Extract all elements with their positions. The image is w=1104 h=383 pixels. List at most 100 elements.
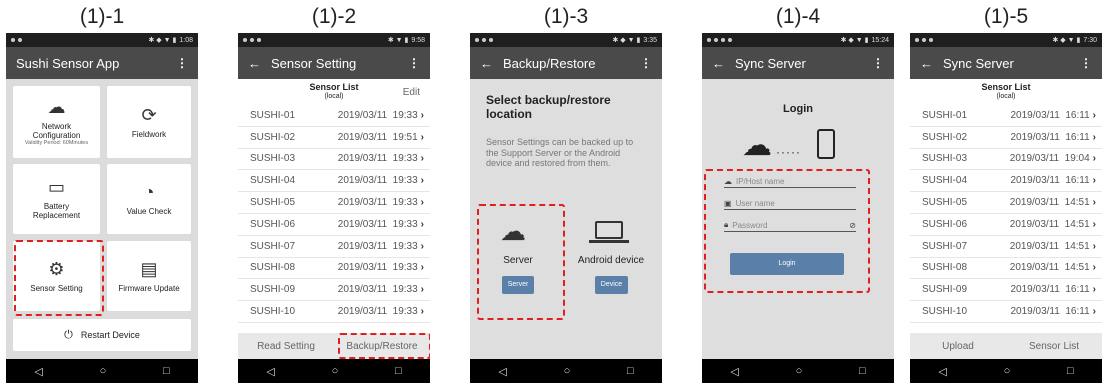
recent-apps-icon[interactable]: □: [1067, 365, 1074, 377]
back-nav-icon[interactable]: ◁: [938, 365, 946, 378]
home-nav-icon[interactable]: ○: [100, 365, 107, 377]
list-item[interactable]: SUSHI-07 2019/03/11 14:51 ›: [910, 236, 1102, 258]
recent-apps-icon[interactable]: □: [627, 365, 634, 377]
login-title: Login: [783, 103, 813, 115]
back-arrow-icon[interactable]: ←: [480, 56, 493, 71]
sensor-date: 2019/03/11 19:33: [337, 284, 418, 296]
overflow-menu-icon[interactable]: ⋮: [640, 56, 652, 70]
chevron-right-icon: ›: [420, 218, 424, 230]
read-setting-button[interactable]: Read Setting: [238, 341, 334, 352]
device-button[interactable]: Device: [595, 276, 628, 294]
back-nav-icon[interactable]: ◁: [730, 365, 738, 378]
recent-apps-icon[interactable]: □: [859, 365, 866, 377]
phone-icon: [817, 129, 835, 159]
laptop-base: [589, 240, 629, 243]
firmware-update-tile[interactable]: ▤ Firmware Update: [107, 241, 191, 311]
list-item[interactable]: SUSHI-08 2019/03/11 14:51 ›: [910, 258, 1102, 280]
chevron-right-icon: ›: [1092, 109, 1096, 121]
cloud-network-icon: ☁: [47, 97, 66, 117]
list-item[interactable]: SUSHI-06 2019/03/11 14:51 ›: [910, 214, 1102, 236]
panel-3: (1)-3 ✱ ◆ ▼ ▮ 3:35 ← Backup/Restore ⋮ Sel…: [470, 0, 662, 383]
list-item[interactable]: SUSHI-10 2019/03/11 16:11 ›: [910, 301, 1102, 323]
sensor-date: 2019/03/11 16:11: [1010, 175, 1090, 187]
list-subtitle: (local): [324, 93, 344, 100]
back-nav-icon[interactable]: ◁: [34, 365, 42, 378]
back-arrow-icon[interactable]: ←: [248, 56, 261, 71]
home-nav-icon[interactable]: ○: [332, 365, 339, 377]
app-bar: ← Backup/Restore ⋮: [470, 47, 662, 79]
tile-label: Replacement: [32, 211, 81, 220]
phone-screen: ✱ ◆ ▼ ▮ 3:35 ← Backup/Restore ⋮ Select ba…: [470, 33, 662, 383]
cloud-icon: ☁: [742, 129, 772, 162]
list-item[interactable]: SUSHI-05 2019/03/11 14:51 ›: [910, 192, 1102, 214]
back-nav-icon[interactable]: ◁: [266, 365, 274, 378]
status-bar: ✱ ◆ ▼ ▮ 1:08: [6, 33, 198, 47]
sensor-list: SUSHI-01 2019/03/11 16:11 › SUSHI-02 2019/03…: [910, 105, 1102, 323]
list-item[interactable]: SUSHI-06 2019/03/11 19:33 ›: [238, 214, 430, 236]
status-time: 15:24: [871, 36, 889, 44]
fieldwork-tile[interactable]: ⟳ Fieldwork: [107, 86, 191, 158]
list-item[interactable]: SUSHI-07 2019/03/11 19:33 ›: [238, 236, 430, 258]
recent-apps-icon[interactable]: □: [163, 365, 170, 377]
sensor-name: SUSHI-03: [922, 153, 968, 165]
list-item[interactable]: SUSHI-02 2019/03/11 16:11 ›: [910, 127, 1102, 149]
app-bar: Sushi Sensor App ⋮: [6, 47, 198, 79]
nav-bar: ◁ ○ □: [238, 359, 430, 383]
list-item[interactable]: SUSHI-04 2019/03/11 16:11 ›: [910, 170, 1102, 193]
list-item[interactable]: SUSHI-08 2019/03/11 19:33 ›: [238, 258, 430, 280]
list-item[interactable]: SUSHI-10 2019/03/11 19:33 ›: [238, 301, 430, 323]
connection-dots: ·····: [776, 145, 801, 159]
list-item[interactable]: SUSHI-09 2019/03/11 19:33 ›: [238, 279, 430, 302]
list-header: Sensor List (local) Edit: [238, 79, 430, 105]
panel-label: (1)-4: [775, 5, 821, 28]
sensor-date: 2019/03/11 19:33: [337, 197, 418, 209]
sensor-date: 2019/03/11 19:33: [337, 175, 418, 187]
back-arrow-icon[interactable]: ←: [920, 56, 933, 71]
chevron-right-icon: ›: [1092, 175, 1096, 187]
overflow-menu-icon[interactable]: ⋮: [408, 56, 420, 70]
description-text: Sensor Settings can be backed up to the …: [486, 137, 634, 168]
chevron-right-icon: ›: [420, 153, 424, 165]
network-configuration-tile[interactable]: ☁ Network Configuration Validity Period:…: [13, 86, 100, 158]
status-time: 9:58: [411, 36, 425, 44]
sensor-list-button[interactable]: Sensor List: [1006, 341, 1102, 352]
edit-button[interactable]: Edit: [403, 87, 420, 98]
list-item[interactable]: SUSHI-02 2019/03/11 19:51 ›: [238, 127, 430, 149]
phone-screen: ✱ ◆ ▼ ▮ 7:30 ← Sync Server ⋮ Sensor List(…: [910, 33, 1102, 383]
list-item[interactable]: SUSHI-03 2019/03/11 19:04 ›: [910, 149, 1102, 171]
back-nav-icon[interactable]: ◁: [498, 365, 506, 378]
recent-apps-icon[interactable]: □: [395, 365, 402, 377]
list-item[interactable]: SUSHI-04 2019/03/11 19:33 ›: [238, 170, 430, 193]
list-item[interactable]: SUSHI-05 2019/03/11 19:33 ›: [238, 192, 430, 214]
sensor-date: 2019/03/11 19:04: [1009, 153, 1090, 165]
sensor-date: 2019/03/11 16:11: [1010, 109, 1090, 121]
chevron-right-icon: ›: [420, 306, 424, 318]
value-check-tile[interactable]: ◔ Value Check: [107, 164, 191, 234]
file-settings-icon: ▤: [140, 258, 158, 279]
upload-button[interactable]: Upload: [910, 341, 1006, 352]
sync-icon: ⟳: [141, 104, 157, 125]
sensor-date: 2019/03/11 14:51: [1009, 262, 1090, 274]
home-nav-icon[interactable]: ○: [564, 365, 571, 377]
overflow-menu-icon[interactable]: ⋮: [176, 56, 188, 70]
panel-label: (1)-5: [983, 5, 1029, 28]
restart-device-button[interactable]: ⏻ Restart Device: [13, 319, 191, 351]
home-nav-icon[interactable]: ○: [1004, 365, 1011, 377]
sensor-name: SUSHI-09: [922, 284, 968, 296]
list-item[interactable]: SUSHI-03 2019/03/11 19:33 ›: [238, 149, 430, 171]
chevron-right-icon: ›: [420, 284, 424, 296]
sensor-date: 2019/03/11 16:11: [1010, 284, 1090, 296]
battery-replacement-tile[interactable]: ▭ Battery Replacement: [13, 164, 100, 234]
home-nav-icon[interactable]: ○: [796, 365, 803, 377]
back-arrow-icon[interactable]: ←: [712, 56, 725, 71]
list-item[interactable]: SUSHI-01 2019/03/11 16:11 ›: [910, 105, 1102, 127]
list-item[interactable]: SUSHI-09 2019/03/11 16:11 ›: [910, 279, 1102, 302]
overflow-menu-icon[interactable]: ⋮: [1080, 56, 1092, 70]
chevron-right-icon: ›: [1092, 197, 1096, 209]
overflow-menu-icon[interactable]: ⋮: [872, 56, 884, 70]
list-item[interactable]: SUSHI-01 2019/03/11 19:33 ›: [238, 105, 430, 127]
sensor-list: SUSHI-01 2019/03/11 19:33 › SUSHI-02 2019/03…: [238, 105, 430, 323]
sensor-date: 2019/03/11 16:11: [1010, 306, 1090, 318]
nav-bar: ◁ ○ □: [702, 359, 894, 383]
footer-bar: Upload Sensor List: [910, 333, 1102, 359]
